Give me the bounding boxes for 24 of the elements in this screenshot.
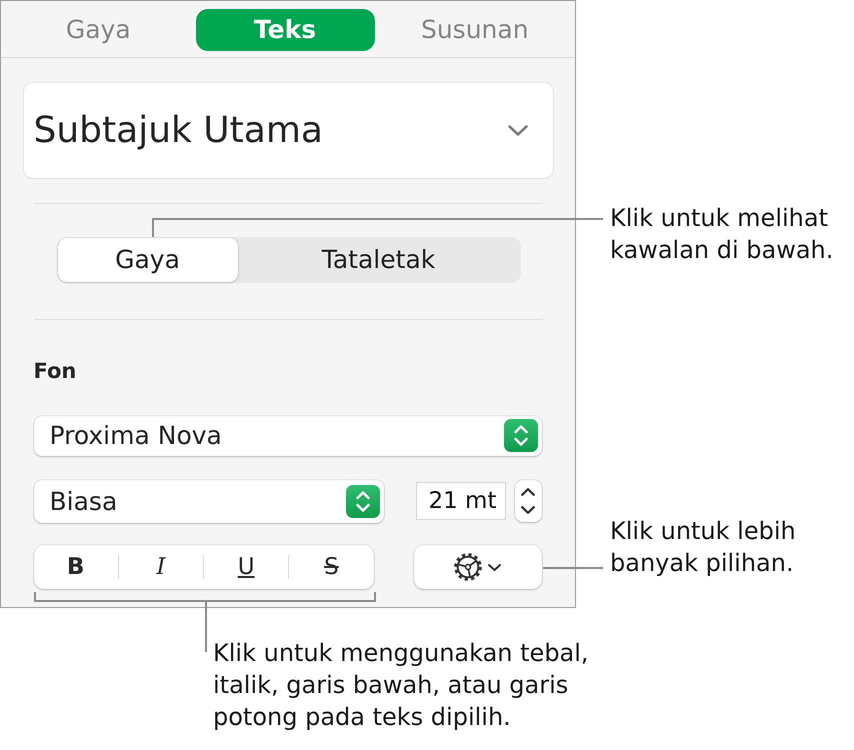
up-down-arrows-icon [346,484,380,518]
leader-line [543,567,603,569]
font-size-field[interactable]: 21 mt [416,482,506,520]
size-stepper[interactable] [514,480,542,522]
strikethrough-button[interactable]: S [289,545,374,589]
segment-tab[interactable]: Gaya [58,238,238,282]
callout-text: Klik untuk menggunakan tebal, italik, garis bawah, atau garis potong pada teks dipilih. [213,638,589,733]
typeface-popup[interactable]: Biasa [34,480,384,522]
chevron-down-icon [506,124,528,136]
callout-text: Klik untuk melihat kawalan di bawah. [610,203,834,266]
chevron-down-icon [486,562,502,572]
chevron-down-icon [520,504,536,515]
underline-button[interactable]: U [204,545,288,589]
callout-text: Klik untuk lebih banyak pilihan. [610,516,796,579]
paragraph-style-popup[interactable]: Subtajuk Utama [22,82,554,178]
up-down-arrows-icon [504,419,538,452]
segment-tab[interactable]: Tataletak [238,238,520,282]
italic-button[interactable]: I [118,545,203,589]
section-heading: Fon [34,358,76,384]
bold-button[interactable]: B [34,545,118,589]
gear-icon [454,553,482,581]
chevron-up-icon [520,487,536,498]
more-options-button[interactable] [414,545,542,589]
font-family-popup[interactable]: Proxima Nova [34,416,542,456]
